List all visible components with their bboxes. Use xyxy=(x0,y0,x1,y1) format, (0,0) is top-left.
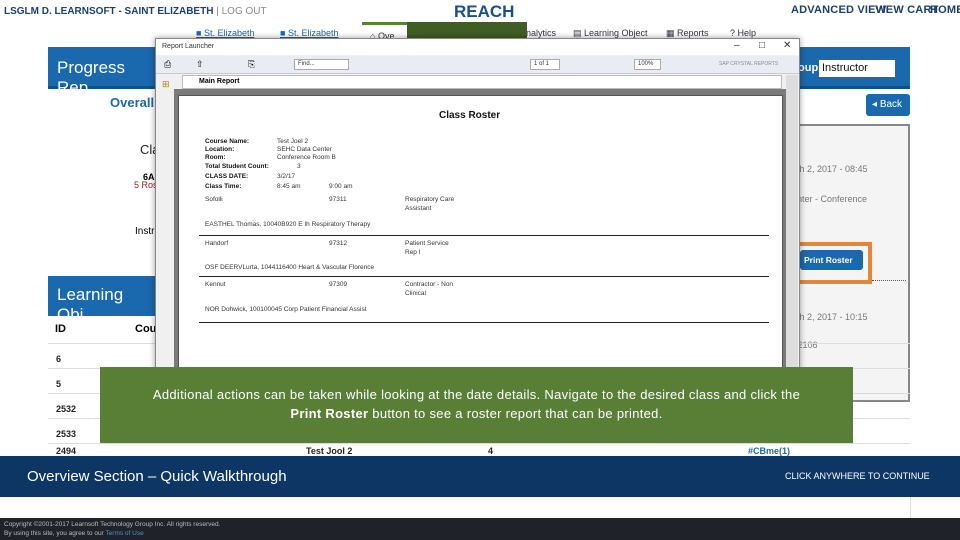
divider xyxy=(872,280,906,281)
report-toolbar: ⎙ ⇧ ⎘ Find... 1 of 1 100% SAP CRYSTAL RE… xyxy=(156,56,799,74)
row-divider xyxy=(199,276,769,277)
footer: Copyright ©2001-2017 Learnsoft Technolog… xyxy=(0,518,960,540)
field-value: 9:00 am xyxy=(329,183,353,190)
terms-link[interactable]: Terms of Use xyxy=(105,530,143,537)
walkthrough-annotation: Additional actions can be taken while lo… xyxy=(100,367,853,445)
divider xyxy=(910,497,911,518)
nav-st-elizabeth-1[interactable]: ■ St. Elizabeth xyxy=(196,28,254,38)
student-id: 97311 xyxy=(329,196,347,203)
crystal-brand: SAP CRYSTAL REPORTS xyxy=(719,61,779,67)
window-title: Report Launcher xyxy=(156,39,799,55)
class-location-1: enter - Conference xyxy=(792,194,868,204)
walkthrough-bar[interactable]: Overview Section – Quick Walkthrough CLI… xyxy=(0,456,960,497)
group-label: oup xyxy=(798,62,819,74)
student-dept: NOR Dohwick, 100100045 Corp Patient Fina… xyxy=(205,306,367,313)
find-input[interactable]: Find... xyxy=(294,59,349,70)
student-role: Respiratory Care xyxy=(405,196,455,203)
field-label: Total Student Count: xyxy=(205,163,269,170)
progress-report-header: Progress Rep xyxy=(48,47,158,97)
col-course[interactable]: Cou xyxy=(135,323,156,335)
app-title: REACH xyxy=(454,2,515,21)
col-id[interactable]: ID xyxy=(55,323,66,335)
group-tree-icon[interactable]: ⊞ xyxy=(162,79,170,90)
class-datetime-2: rch 2, 2017 - 10:15 xyxy=(792,312,868,322)
field-label: Course Name: xyxy=(205,138,250,145)
student-dept: EASTHEL Thomas, 10040B920 E Ih Respirato… xyxy=(205,221,371,228)
nav-help[interactable]: ? Help xyxy=(730,28,756,38)
agree-text: By using this site, you agree to our xyxy=(4,530,106,537)
close-button[interactable]: ✕ xyxy=(783,40,791,51)
row-link[interactable]: #CBme(1) xyxy=(748,447,790,456)
student-role: Assistant xyxy=(405,205,432,212)
home-link[interactable]: HOME xyxy=(930,4,960,16)
zoom-select[interactable]: 100% xyxy=(634,59,661,70)
roster-count: 5 Ros xyxy=(134,180,158,190)
field-value: 3 xyxy=(297,163,301,170)
field-value: Conference Room B xyxy=(277,154,336,161)
field-value: 3/2/17 xyxy=(277,173,296,180)
student-id: 97309 xyxy=(329,281,348,288)
class-datetime-1: rch 2, 2017 - 08:45 xyxy=(792,164,868,174)
copyright-text: Copyright ©2001-2017 Learnsoft Technolog… xyxy=(4,521,221,528)
brand-text: LSGLM D. LEARNSOFT - SAINT ELIZABETH xyxy=(4,6,214,17)
refresh-icon[interactable]: ⇧ xyxy=(196,59,204,70)
field-label: CLASS DATE: xyxy=(205,173,249,180)
nav-st-elizabeth-2[interactable]: ■ St. Elizabeth xyxy=(280,28,338,38)
page-input[interactable]: 1 of 1 xyxy=(530,59,560,70)
row-divider xyxy=(199,322,769,323)
print-icon[interactable]: ⎘ xyxy=(248,59,255,70)
student-id: 97312 xyxy=(329,240,348,247)
field-value: SEHC Data Center xyxy=(277,146,332,153)
minimize-button[interactable]: – xyxy=(734,40,740,51)
main-report-tab[interactable]: Main Report xyxy=(182,75,782,89)
field-label: Location: xyxy=(205,146,235,153)
table-row[interactable]: 2494 Test Jool 2 4 #CBme(1) xyxy=(48,443,910,456)
field-label: Class Time: xyxy=(205,183,242,190)
print-roster-button[interactable]: Print Roster xyxy=(800,250,863,270)
logout-link[interactable]: LOG OUT xyxy=(222,6,267,17)
field-value: 8:45 am xyxy=(277,183,301,190)
view-cart-link[interactable]: VIEW CART xyxy=(875,4,939,16)
row-course: Test Jool 2 xyxy=(306,446,353,456)
walkthrough-title: Overview Section – Quick Walkthrough xyxy=(27,468,287,485)
maximize-button[interactable]: □ xyxy=(759,40,765,51)
student-name: Sofolli xyxy=(205,196,223,203)
student-name: Handorf xyxy=(205,240,229,247)
row-divider xyxy=(199,235,769,236)
user-brand: LSGLM D. LEARNSOFT - SAINT ELIZABETH | L… xyxy=(4,6,267,17)
overall-tab[interactable]: Overall xyxy=(110,95,154,110)
field-value: Test Joel 2 xyxy=(277,138,309,145)
group-header: oup Instructor xyxy=(790,47,910,89)
export-icon[interactable]: ⎙ xyxy=(164,59,171,70)
group-select[interactable]: Instructor xyxy=(819,60,895,77)
student-role: Patient Service xyxy=(405,240,449,247)
student-role: Clinical xyxy=(405,290,426,297)
student-dept: OSF DEERVLurta, 1044116400 Heart & Vascu… xyxy=(205,264,375,271)
student-role: Contractor - Non xyxy=(405,281,454,288)
continue-prompt[interactable]: CLICK ANYWHERE TO CONTINUE xyxy=(785,471,930,481)
back-button[interactable]: ◂ Back xyxy=(866,94,910,116)
student-role: Rep I xyxy=(405,249,421,256)
report-title: Class Roster xyxy=(439,110,501,121)
student-name: Kennut xyxy=(205,281,226,288)
separator: | xyxy=(216,6,219,17)
advanced-view-link[interactable]: ADVANCED VIEW xyxy=(791,4,886,16)
row-count: 4 xyxy=(488,446,494,456)
learning-object-header: Learning Obj xyxy=(48,276,158,324)
field-label: Room: xyxy=(205,154,226,161)
